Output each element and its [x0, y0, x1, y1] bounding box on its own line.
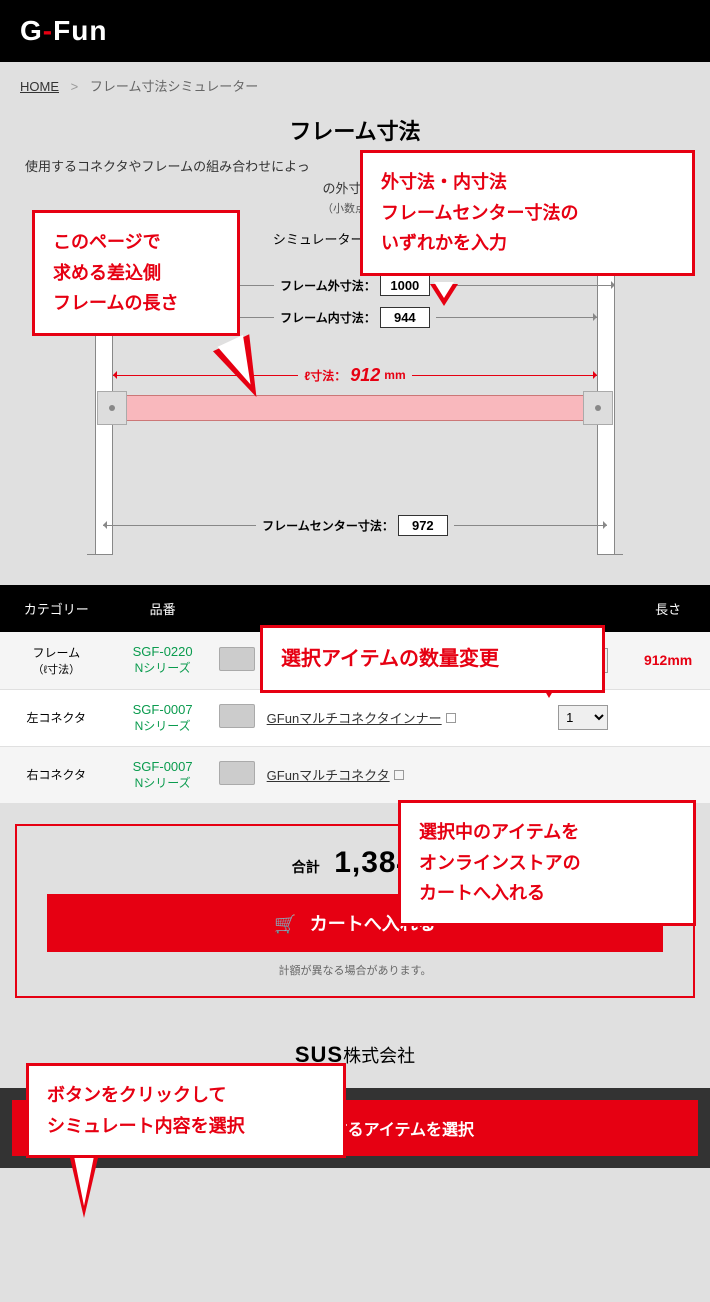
logo-suffix: Fun [53, 15, 107, 46]
breadcrumb-current: フレーム寸法シミュレーター [90, 79, 258, 94]
cell-thumb [213, 632, 261, 690]
dim-l-unit: mm [384, 368, 405, 382]
callout-cart: 選択中のアイテムをオンラインストアのカートへ入れる [398, 800, 696, 926]
cell-thumb [213, 689, 261, 746]
breadcrumb: HOME > フレーム寸法シミュレーター [0, 62, 710, 109]
callout-pointer [70, 1158, 98, 1232]
callout-sim-button: ボタンをクリックしてシミュレート内容を選択 [26, 1063, 346, 1158]
callout-frame-length: このページで求める差込側フレームの長さ [32, 210, 240, 336]
dim-center: フレームセンター寸法： [103, 515, 607, 536]
breadcrumb-sep: > [71, 79, 79, 94]
callout-input-dims: 外寸法・内寸法フレームセンター寸法のいずれかを入力 [360, 150, 695, 276]
page-title-row: フレーム寸法 [0, 114, 710, 146]
page-title: フレーム寸法 [289, 119, 420, 144]
total-label: 合計 [292, 859, 320, 875]
th-img [213, 585, 261, 632]
external-link-icon [394, 770, 404, 780]
dim-inner-label: フレーム内寸法： [280, 309, 376, 326]
cell-category: フレーム（ℓ寸法） [0, 632, 113, 690]
product-thumb [219, 704, 255, 728]
header: G-Fun [0, 0, 710, 62]
cell-length: 912mm [626, 632, 710, 690]
table-row: 左コネクタSGF-0007Nシリーズ GFunマルチコネクタインナー 1 [0, 689, 710, 746]
table-row: 右コネクタSGF-0007Nシリーズ GFunマルチコネクタ [0, 746, 710, 803]
product-link[interactable]: GFunマルチコネクタインナー [267, 711, 442, 726]
breadcrumb-home[interactable]: HOME [20, 79, 59, 94]
cell-name: GFunマルチコネクタ [261, 746, 540, 803]
dim-outer-input[interactable] [380, 275, 430, 296]
cell-part: SGF-0007Nシリーズ [113, 689, 213, 746]
product-thumb [219, 761, 255, 785]
cell-length [626, 689, 710, 746]
cell-part: SGF-0220Nシリーズ [113, 632, 213, 690]
th-length: 長さ [626, 585, 710, 632]
dim-center-label: フレームセンター寸法： [262, 517, 394, 534]
th-category: カテゴリー [0, 585, 113, 632]
items-table-wrap: カテゴリー 品番 長さ フレーム（ℓ寸法）SGF-0220NシリーズGFunフレ… [0, 585, 710, 804]
diagram-connector-right [583, 391, 613, 425]
total-note: 計額が異なる場合があります。 [47, 962, 663, 978]
cell-name: GFunマルチコネクタインナー [261, 689, 540, 746]
dim-l: ℓ寸法： 912 mm [113, 365, 597, 386]
callout-qty-change: 選択アイテムの数量変更 [260, 625, 605, 693]
cell-category: 左コネクタ [0, 689, 113, 746]
external-link-icon [446, 713, 456, 723]
callout-pointer [430, 284, 458, 320]
cell-thumb [213, 746, 261, 803]
logo[interactable]: G-Fun [20, 15, 107, 47]
items-table: カテゴリー 品番 長さ フレーム（ℓ寸法）SGF-0220NシリーズGFunフレ… [0, 585, 710, 804]
cell-qty [540, 746, 626, 803]
dim-l-value: 912 [350, 365, 380, 386]
diagram-connector-left [97, 391, 127, 425]
cart-icon: 🛒 [274, 914, 296, 935]
cell-length [626, 746, 710, 803]
logo-dash: - [43, 15, 53, 46]
cell-part: SGF-0007Nシリーズ [113, 746, 213, 803]
logo-prefix: G [20, 15, 43, 46]
qty-select[interactable]: 1 [558, 705, 608, 730]
product-link[interactable]: GFunマルチコネクタ [267, 768, 390, 783]
th-part: 品番 [113, 585, 213, 632]
dim-outer-label: フレーム外寸法： [280, 277, 376, 294]
diagram-frame-bar [97, 395, 613, 421]
dim-l-label: ℓ寸法： [304, 367, 346, 384]
dim-inner-input[interactable] [380, 307, 430, 328]
product-thumb [219, 647, 255, 671]
company-suffix: 株式会社 [343, 1046, 415, 1066]
cell-category: 右コネクタ [0, 746, 113, 803]
dim-center-input[interactable] [398, 515, 448, 536]
